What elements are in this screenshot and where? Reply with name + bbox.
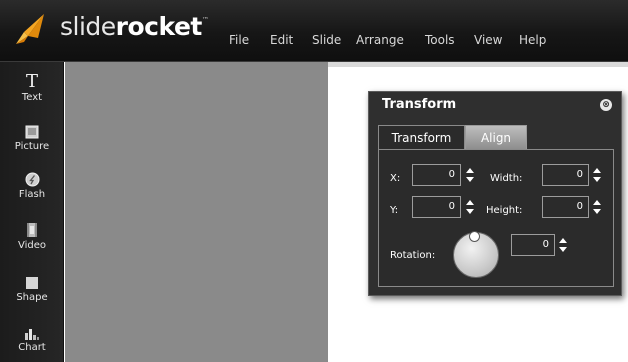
app-logo: sliderocket™ [60, 12, 209, 41]
height-stepper-icon[interactable] [593, 199, 601, 215]
text-icon: T [25, 71, 38, 92]
tool-chart-label: Chart [18, 342, 46, 353]
y-input[interactable]: 0 [412, 196, 461, 218]
transform-tab-content: X: 0 Width: 0 Y: 0 Height: 0 Rotation: 0 [378, 149, 614, 287]
logo-text-light: slide [60, 12, 116, 41]
height-input[interactable]: 0 [542, 196, 589, 218]
picture-icon [25, 125, 39, 139]
video-icon [27, 223, 37, 237]
tool-video-label: Video [17, 240, 47, 251]
tool-shape-label: Shape [16, 292, 48, 303]
height-label: Height: [486, 205, 523, 216]
y-label: Y: [390, 205, 399, 216]
tool-text-label: Text [21, 92, 43, 103]
panel-title: Transform [382, 97, 457, 112]
menu-view[interactable]: View [474, 33, 502, 47]
y-stepper-icon[interactable] [466, 199, 474, 215]
width-stepper-icon[interactable] [593, 167, 601, 183]
tool-picture-label: Picture [14, 141, 50, 152]
rotation-dial-handle[interactable] [469, 231, 480, 242]
menu-file[interactable]: File [229, 33, 249, 47]
rocket-logo-icon [16, 14, 44, 44]
tool-video[interactable]: Video [0, 222, 64, 251]
tab-transform[interactable]: Transform [378, 125, 465, 150]
rotation-stepper-icon[interactable] [559, 237, 567, 253]
width-label: Width: [490, 173, 523, 184]
close-icon[interactable]: ⊗ [600, 99, 612, 111]
menu-tools[interactable]: Tools [425, 33, 455, 47]
menu-help[interactable]: Help [519, 33, 546, 47]
tool-chart[interactable]: Chart [0, 326, 64, 353]
flash-icon [25, 172, 39, 187]
top-bar: sliderocket™ File Edit Slide Arrange Too… [0, 0, 628, 62]
width-input[interactable]: 0 [542, 164, 589, 186]
shape-icon [26, 277, 38, 289]
transform-panel: Transform ⊗ Transform Align X: 0 Width: … [368, 91, 622, 296]
tool-flash-label: Flash [18, 189, 46, 200]
tool-text[interactable]: T Text [0, 71, 64, 104]
menu-arrange[interactable]: Arrange [356, 33, 404, 47]
rotation-input[interactable]: 0 [511, 234, 555, 256]
menu-edit[interactable]: Edit [270, 33, 293, 47]
logo-text-bold: rocket [115, 12, 203, 41]
logo-trademark: ™ [201, 16, 209, 24]
chart-icon [25, 329, 39, 340]
workspace-background [65, 62, 328, 362]
x-input[interactable]: 0 [412, 164, 461, 186]
tab-align[interactable]: Align [465, 125, 527, 150]
tool-flash[interactable]: Flash [0, 172, 64, 200]
rotation-label: Rotation: [390, 250, 436, 261]
tool-shape[interactable]: Shape [0, 276, 64, 303]
x-stepper-icon[interactable] [466, 167, 474, 183]
tool-picture[interactable]: Picture [0, 125, 64, 152]
menu-slide[interactable]: Slide [312, 33, 341, 47]
x-label: X: [390, 173, 401, 184]
rotation-dial[interactable] [453, 231, 499, 278]
insert-toolbar: T Text Picture Flash Video Shape Chart [0, 62, 64, 362]
